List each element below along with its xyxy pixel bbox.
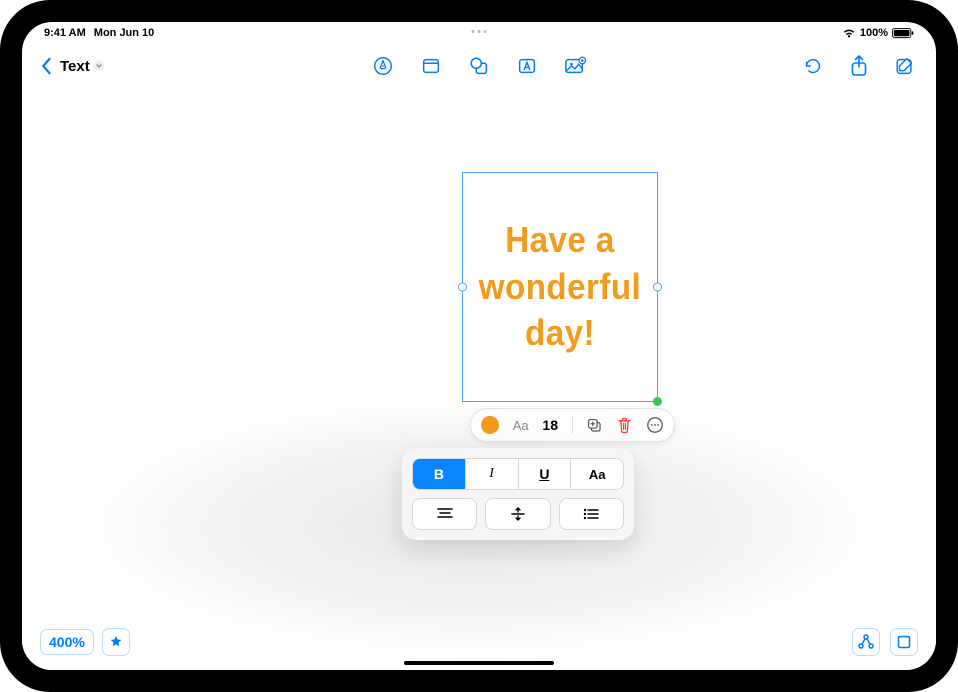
delete-button[interactable]	[617, 417, 632, 434]
tool-title-dropdown[interactable]: Text	[60, 58, 105, 75]
toolbar: Text	[22, 44, 936, 88]
vertical-align-button[interactable]	[485, 498, 550, 530]
font-size-button[interactable]: 18	[542, 417, 558, 433]
battery-percent: 100%	[860, 27, 888, 39]
text-case-button[interactable]: Aa	[571, 459, 623, 489]
status-date: Mon Jun 10	[94, 27, 155, 39]
status-bar: 9:41 AM Mon Jun 10 100%	[22, 22, 936, 44]
home-indicator[interactable]	[404, 661, 554, 665]
wifi-icon	[842, 28, 856, 39]
list-button[interactable]	[559, 498, 624, 530]
font-picker-button[interactable]: Aa	[513, 418, 529, 433]
connections-button[interactable]	[852, 628, 880, 656]
tool-title-label: Text	[60, 58, 90, 75]
bold-button[interactable]: B	[413, 459, 466, 489]
battery-icon	[892, 28, 914, 39]
italic-button[interactable]: I	[466, 459, 519, 489]
text-format-panel: B I U Aa	[402, 448, 634, 540]
separator	[572, 416, 573, 434]
status-time: 9:41 AM	[44, 27, 86, 39]
zoom-level-button[interactable]: 400%	[40, 629, 94, 655]
share-button[interactable]	[846, 53, 872, 79]
text-quick-toolbar: Aa 18	[470, 408, 675, 442]
back-button[interactable]	[40, 57, 52, 75]
text-box-content[interactable]: Have a wonderful day!	[471, 217, 649, 357]
note-tool-icon[interactable]	[418, 53, 444, 79]
text-tool-icon[interactable]	[514, 53, 540, 79]
duplicate-button[interactable]	[586, 417, 603, 434]
pen-tool-icon[interactable]	[370, 53, 396, 79]
align-button[interactable]	[412, 498, 477, 530]
favorite-view-button[interactable]	[102, 628, 130, 656]
resize-handle-left[interactable]	[458, 283, 467, 292]
undo-button[interactable]	[800, 53, 826, 79]
multitask-dots[interactable]	[472, 30, 487, 33]
underline-button[interactable]: U	[519, 459, 572, 489]
compose-button[interactable]	[892, 53, 918, 79]
color-picker-button[interactable]	[481, 416, 499, 434]
canvas[interactable]: Have a wonderful day! Aa 18	[22, 88, 936, 670]
minimap-button[interactable]	[890, 628, 918, 656]
resize-handle-right[interactable]	[653, 283, 662, 292]
chevron-down-icon	[93, 60, 105, 72]
resize-handle-corner[interactable]	[653, 397, 662, 406]
more-button[interactable]	[646, 416, 664, 434]
style-segmented-control: B I U Aa	[412, 458, 624, 490]
image-tool-icon[interactable]	[562, 53, 588, 79]
text-box-selection[interactable]: Have a wonderful day!	[462, 172, 658, 402]
shape-tool-icon[interactable]	[466, 53, 492, 79]
